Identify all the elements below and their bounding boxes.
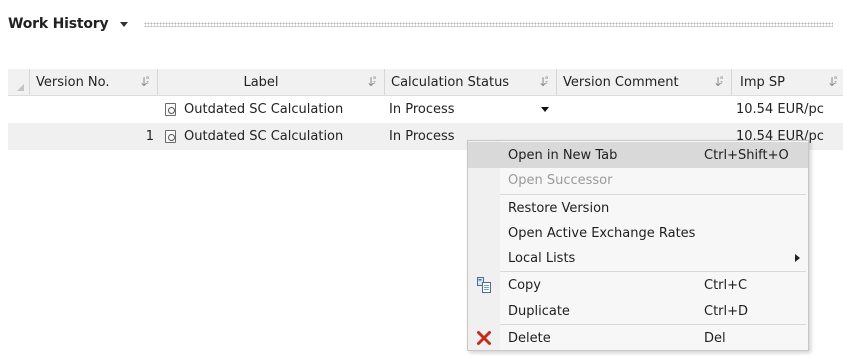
page-title: Work History: [8, 16, 109, 32]
work-history-header: Work History: [8, 14, 833, 34]
status-dropdown-icon[interactable]: [541, 107, 549, 112]
chevron-right-icon: [795, 254, 800, 262]
table-row[interactable]: Outdated SC Calculation In Process 10.54…: [8, 96, 843, 123]
menu-item-duplicate[interactable]: Duplicate Ctrl+D: [468, 298, 808, 324]
context-menu: Open in New Tab Ctrl+Shift+O Open Succes…: [467, 140, 809, 351]
menu-item-restore-version[interactable]: Restore Version: [468, 195, 808, 221]
column-label: Version No.: [36, 74, 110, 90]
menu-item-copy[interactable]: Copy Ctrl+C: [468, 272, 808, 298]
menu-item-label: Open Successor: [508, 172, 613, 188]
document-icon: [165, 130, 176, 143]
sort-icon[interactable]: [827, 76, 839, 89]
column-header-version-no[interactable]: Version No.: [30, 69, 158, 95]
status-text: In Process: [389, 102, 455, 117]
work-history-grid: Version No. Label Calculation Status Ver…: [8, 69, 843, 150]
column-label: Calculation Status: [391, 74, 510, 90]
label-cell: Outdated SC Calculation: [158, 96, 385, 123]
status-text: In Process: [389, 129, 455, 144]
sort-icon[interactable]: [713, 76, 725, 89]
column-header-imp-sp[interactable]: Imp SP: [732, 69, 843, 95]
copy-icon: [476, 277, 492, 293]
grid-header-row: Version No. Label Calculation Status Ver…: [8, 69, 843, 96]
label-text: Outdated SC Calculation: [184, 129, 344, 144]
version-no-cell: 1: [145, 129, 154, 144]
menu-item-shortcut: Ctrl+Shift+O: [704, 147, 789, 163]
menu-item-shortcut: Ctrl+C: [704, 277, 748, 293]
menu-item-label: Open Active Exchange Rates: [508, 225, 696, 241]
sort-icon[interactable]: [366, 76, 378, 89]
sort-icon[interactable]: [139, 76, 151, 89]
label-text: Outdated SC Calculation: [184, 102, 344, 117]
version-no-cell: [30, 96, 158, 123]
menu-item-open-successor[interactable]: Open Successor: [468, 167, 808, 193]
comment-cell[interactable]: [557, 96, 732, 123]
column-header-calculation-status[interactable]: Calculation Status: [385, 69, 557, 95]
menu-item-label: Duplicate: [508, 303, 570, 319]
sort-icon[interactable]: [538, 76, 550, 89]
corner-triangle-icon: [17, 83, 24, 91]
menu-item-label: Local Lists: [508, 250, 576, 266]
imp-sp-cell: 10.54 EUR/pc: [736, 102, 824, 117]
column-label: Imp SP: [740, 74, 785, 90]
status-cell[interactable]: In Process: [385, 96, 557, 123]
column-label: Label: [243, 74, 279, 90]
menu-item-delete[interactable]: Delete Del: [468, 325, 808, 351]
menu-item-shortcut: Del: [704, 330, 726, 346]
header-divider: [144, 21, 833, 27]
column-header-version-comment[interactable]: Version Comment: [557, 69, 732, 95]
menu-item-label: Open in New Tab: [508, 147, 618, 163]
column-label: Version Comment: [563, 74, 679, 90]
menu-item-open-active-exchange-rates[interactable]: Open Active Exchange Rates: [468, 220, 808, 246]
row-selector[interactable]: [8, 123, 30, 150]
menu-item-shortcut: Ctrl+D: [704, 303, 749, 319]
row-selector[interactable]: [8, 96, 30, 123]
delete-x-icon: [476, 330, 492, 346]
menu-item-label: Restore Version: [508, 200, 610, 216]
column-header-label[interactable]: Label: [158, 69, 385, 95]
select-all-corner[interactable]: [8, 69, 30, 95]
menu-item-local-lists[interactable]: Local Lists: [468, 245, 808, 271]
menu-item-label: Delete: [508, 330, 551, 346]
menu-item-open-in-new-tab[interactable]: Open in New Tab Ctrl+Shift+O: [468, 142, 808, 168]
label-cell: Outdated SC Calculation: [158, 123, 385, 150]
document-icon: [165, 103, 176, 116]
menu-item-label: Copy: [508, 277, 541, 293]
chevron-down-icon[interactable]: [120, 21, 129, 27]
